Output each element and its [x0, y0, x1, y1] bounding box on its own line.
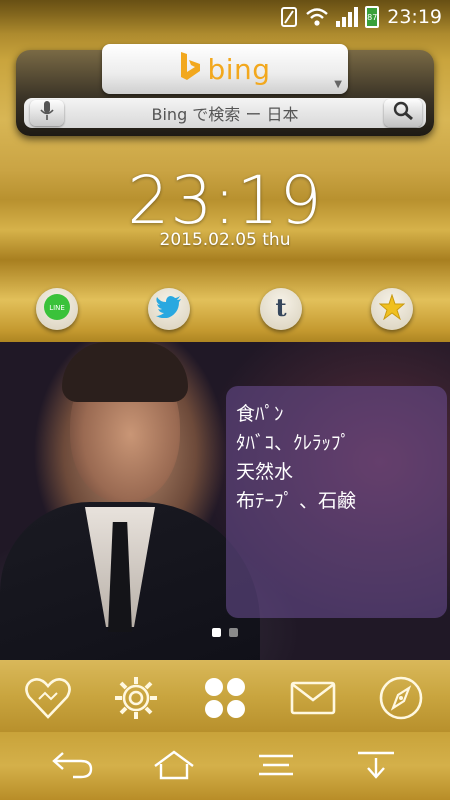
memo-note-widget[interactable]: 食ﾊﾟﾝ ﾀﾊﾞｺ、ｸﾚﾗｯﾌﾟ 天然水 布ﾃｰﾌﾟ 、石鹸: [226, 386, 447, 618]
settings-gear-icon[interactable]: [112, 674, 160, 722]
recent-apps-button[interactable]: [352, 750, 400, 784]
search-button[interactable]: [384, 99, 422, 127]
note-line: ﾀﾊﾞｺ、ｸﾚﾗｯﾌﾟ: [236, 432, 351, 454]
bing-logo-icon: [179, 52, 201, 86]
app-dock: [0, 660, 450, 732]
signal-icon: [336, 7, 359, 27]
voice-search-button[interactable]: [30, 100, 64, 126]
home-icon: [153, 750, 195, 784]
home-button[interactable]: [150, 750, 198, 784]
mail-icon[interactable]: [289, 674, 337, 722]
status-bar: 87 23:19: [0, 0, 450, 34]
clock-time[interactable]: 23:19: [0, 162, 450, 239]
bing-search-widget: bing ▼ Bing で検索 ー 日本: [16, 44, 434, 136]
back-icon: [51, 751, 93, 783]
svg-text:t: t: [275, 294, 286, 320]
note-line: 布ﾃｰﾌﾟ 、石鹸: [236, 490, 357, 512]
microphone-icon: [40, 101, 54, 125]
bing-logo-text: bing: [207, 52, 271, 86]
search-input[interactable]: Bing で検索 ー 日本: [152, 101, 299, 125]
recent-icon: [356, 750, 396, 784]
wifi-icon: [305, 7, 329, 27]
tumblr-icon: t: [268, 293, 294, 324]
app-drawer-icon[interactable]: [201, 674, 249, 722]
tumblr-app-button[interactable]: t: [260, 288, 302, 330]
photo-person-hair: [62, 342, 188, 402]
heart-icon[interactable]: [24, 674, 72, 722]
page-dot: [229, 628, 238, 637]
search-icon: [392, 101, 414, 125]
line-icon: LINE: [43, 293, 71, 325]
photo-widget[interactable]: 食ﾊﾟﾝ ﾀﾊﾞｺ、ｸﾚﾗｯﾌﾟ 天然水 布ﾃｰﾌﾟ 、石鹸: [0, 342, 450, 660]
star-icon: [378, 293, 406, 324]
favorites-app-button[interactable]: [371, 288, 413, 330]
sim-icon: [280, 6, 298, 28]
note-line: 天然水: [236, 461, 294, 483]
bing-search-bar[interactable]: Bing で検索 ー 日本: [24, 98, 426, 128]
menu-icon: [257, 752, 295, 782]
svg-text:LINE: LINE: [49, 304, 65, 312]
compass-icon[interactable]: [377, 674, 425, 722]
status-time: 23:19: [387, 6, 442, 28]
twitter-app-button[interactable]: [148, 288, 190, 330]
back-button[interactable]: [48, 750, 96, 784]
battery-level: 87: [365, 6, 380, 28]
page-dot-active: [212, 628, 221, 637]
line-app-button[interactable]: LINE: [36, 288, 78, 330]
navigation-bar: [0, 732, 450, 800]
twitter-bird-icon: [156, 296, 182, 322]
page-indicator: [0, 628, 450, 637]
clock-date: 2015.02.05 thu: [159, 230, 291, 250]
note-line: 食ﾊﾟﾝ: [236, 403, 284, 425]
home-screen: 87 23:19 bing ▼ Bing で検索 ー 日本 23:19 2015…: [0, 0, 450, 800]
battery-icon: 87: [365, 6, 380, 28]
bing-logo-tab[interactable]: bing ▼: [102, 44, 348, 94]
chevron-down-icon[interactable]: ▼: [334, 79, 342, 90]
menu-button[interactable]: [252, 750, 300, 784]
